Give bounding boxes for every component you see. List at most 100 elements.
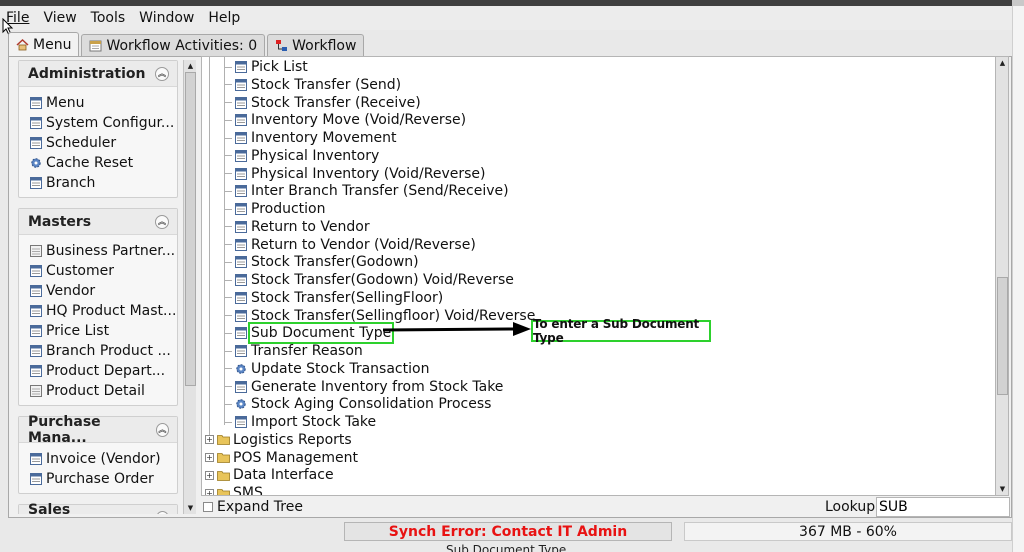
- sidebar-item-vendor[interactable]: Vendor: [30, 281, 177, 301]
- tree-item[interactable]: Stock Transfer (Send): [224, 76, 401, 94]
- scroll-up-icon[interactable]: ▲: [996, 57, 1009, 69]
- tree-item-label: Return to Vendor: [251, 218, 370, 235]
- collapse-icon[interactable]: ︽: [155, 214, 169, 229]
- sidebar-item-label: HQ Product Mast...: [46, 303, 177, 319]
- sidebar-item-branch[interactable]: Branch: [30, 173, 177, 193]
- tree-item[interactable]: Stock Transfer(Godown): [224, 253, 419, 271]
- expand-tree-checkbox[interactable]: [203, 502, 213, 512]
- sidebar-item-menu[interactable]: Menu: [30, 93, 177, 113]
- tree-item[interactable]: Update Stock Transaction: [224, 360, 429, 378]
- tree-item[interactable]: Return to Vendor: [224, 218, 370, 236]
- tree-item-label: Generate Inventory from Stock Take: [251, 378, 504, 395]
- sidebar-item-product-detail[interactable]: Product Detail: [30, 381, 177, 401]
- expand-plus-icon[interactable]: +: [205, 488, 214, 495]
- folder-icon: [217, 434, 231, 446]
- tree-item[interactable]: Pick List: [224, 58, 308, 76]
- gear-icon: [235, 363, 249, 375]
- tree-item[interactable]: Physical Inventory (Void/Reverse): [224, 165, 485, 183]
- tree-item[interactable]: Physical Inventory: [224, 147, 379, 165]
- tree-item[interactable]: Return to Vendor (Void/Reverse): [224, 236, 476, 254]
- sidebar-item-scheduler[interactable]: Scheduler: [30, 133, 177, 153]
- sidebar-scrollbar[interactable]: ▲ ▼: [183, 60, 196, 514]
- tab-workflow-activities[interactable]: Workflow Activities: 0: [81, 34, 266, 56]
- section-title: Masters: [28, 213, 92, 230]
- sidebar-item-hq-product-master[interactable]: HQ Product Mast...: [30, 301, 177, 321]
- sidebar-item-label: Product Depart...: [46, 363, 166, 379]
- sidebar-item-customer[interactable]: Customer: [30, 261, 177, 281]
- tree-item[interactable]: Import Stock Take: [224, 413, 376, 431]
- tree-connector: [224, 226, 232, 228]
- menu-view[interactable]: View: [43, 10, 76, 26]
- scroll-down-icon[interactable]: ▼: [996, 483, 1009, 495]
- menu-tools[interactable]: Tools: [91, 10, 126, 26]
- sidebar-section-masters: Masters ︽ Business Partner... Customer V…: [18, 208, 178, 406]
- sidebar-item-invoice-vendor[interactable]: Invoice (Vendor): [30, 449, 177, 469]
- tree-item-label: Pick List: [251, 59, 308, 75]
- sync-error-status[interactable]: Synch Error: Contact IT Admin: [344, 522, 672, 541]
- lookup-input[interactable]: [876, 497, 1010, 517]
- tree-folder[interactable]: + SMS: [205, 484, 263, 496]
- sidebar-item-label: Price List: [46, 323, 110, 339]
- tree-connector: [224, 403, 232, 405]
- tree-item-label: Return to Vendor (Void/Reverse): [251, 236, 476, 253]
- sidebar-item-system-configurator[interactable]: System Configur...: [30, 113, 177, 133]
- collapse-icon[interactable]: ︽: [155, 422, 169, 437]
- annotation-arrow-icon: [383, 322, 531, 336]
- tree-folder-label: SMS: [233, 485, 263, 496]
- sidebar-item-price-list[interactable]: Price List: [30, 321, 177, 341]
- tree-item[interactable]: Stock Transfer (Receive): [224, 94, 421, 112]
- window-icon: [235, 345, 249, 357]
- memory-usage-status[interactable]: 367 MB - 60%: [684, 522, 1012, 541]
- menu-window[interactable]: Window: [139, 10, 194, 26]
- sidebar-item-branch-product[interactable]: Branch Product ...: [30, 341, 177, 361]
- sidebar-item-purchase-order[interactable]: Purchase Order: [30, 469, 177, 489]
- scroll-up-icon[interactable]: ▲: [184, 60, 197, 72]
- sidebar-item-cache-reset[interactable]: Cache Reset: [30, 153, 177, 173]
- tree-folder[interactable]: + Data Interface: [205, 466, 334, 484]
- tree-folder[interactable]: + Logistics Reports: [205, 431, 352, 449]
- tree-connector: [224, 421, 232, 423]
- tab-workflow[interactable]: Workflow: [267, 34, 365, 56]
- section-header[interactable]: Sales Managem... ︽: [19, 502, 177, 514]
- tab-menu[interactable]: Menu: [8, 32, 80, 56]
- tree-item[interactable]: Stock Aging Consolidation Process: [224, 395, 491, 413]
- expand-plus-icon[interactable]: +: [205, 470, 214, 480]
- section-header[interactable]: Purchase Mana... ︽: [19, 414, 177, 446]
- menu-help[interactable]: Help: [208, 10, 240, 26]
- window-icon: [30, 473, 44, 485]
- expand-plus-icon[interactable]: +: [205, 435, 214, 445]
- menu-tree: Pick List Stock Transfer (Send) Stock Tran…: [201, 56, 996, 496]
- window-icon: [235, 309, 249, 322]
- tree-item-label: Stock Aging Consolidation Process: [251, 396, 492, 413]
- tree-item[interactable]: Sub Document Type: [224, 322, 395, 345]
- tree-item[interactable]: Stock Transfer(Godown) Void/Reverse: [224, 271, 514, 289]
- tree-item[interactable]: Generate Inventory from Stock Take: [224, 378, 503, 396]
- tree-item[interactable]: Transfer Reason: [224, 342, 363, 360]
- tree-connector: [224, 279, 232, 281]
- sidebar-item-business-partner[interactable]: Business Partner...: [30, 241, 177, 261]
- tree-item[interactable]: Inventory Movement: [224, 129, 396, 147]
- tree-item[interactable]: Inter Branch Transfer (Send/Receive): [224, 182, 509, 200]
- section-header[interactable]: Administration ︽: [19, 61, 177, 87]
- collapse-icon[interactable]: ︽: [156, 510, 169, 514]
- tree-scrollbar[interactable]: ▲ ▼: [996, 56, 1009, 496]
- expand-plus-icon[interactable]: +: [205, 453, 214, 462]
- tree-item[interactable]: Inventory Move (Void/Reverse): [224, 111, 466, 129]
- sidebar-item-label: Cache Reset: [46, 155, 134, 171]
- scrollbar-thumb[interactable]: [185, 72, 196, 386]
- scroll-down-icon[interactable]: ▼: [184, 502, 197, 514]
- section-header[interactable]: Masters ︽: [19, 209, 177, 235]
- tree-item[interactable]: Stock Transfer(SellingFloor): [224, 289, 443, 307]
- tree-item-label: Import Stock Take: [251, 414, 377, 430]
- tree-folder[interactable]: + POS Management: [205, 449, 358, 467]
- tree-item-label: Transfer Reason: [251, 343, 363, 359]
- collapse-icon[interactable]: ︽: [155, 66, 169, 81]
- window-icon: [235, 203, 249, 215]
- expand-tree-toggle[interactable]: Expand Tree: [203, 499, 303, 515]
- sidebar-item-product-department[interactable]: Product Depart...: [30, 361, 177, 381]
- menu-bar: File View Tools Window Help: [0, 6, 1012, 30]
- folder-icon: [217, 452, 231, 463]
- tree-connector: [224, 102, 232, 103]
- tree-item[interactable]: Production: [224, 200, 325, 218]
- scrollbar-thumb[interactable]: [997, 277, 1008, 395]
